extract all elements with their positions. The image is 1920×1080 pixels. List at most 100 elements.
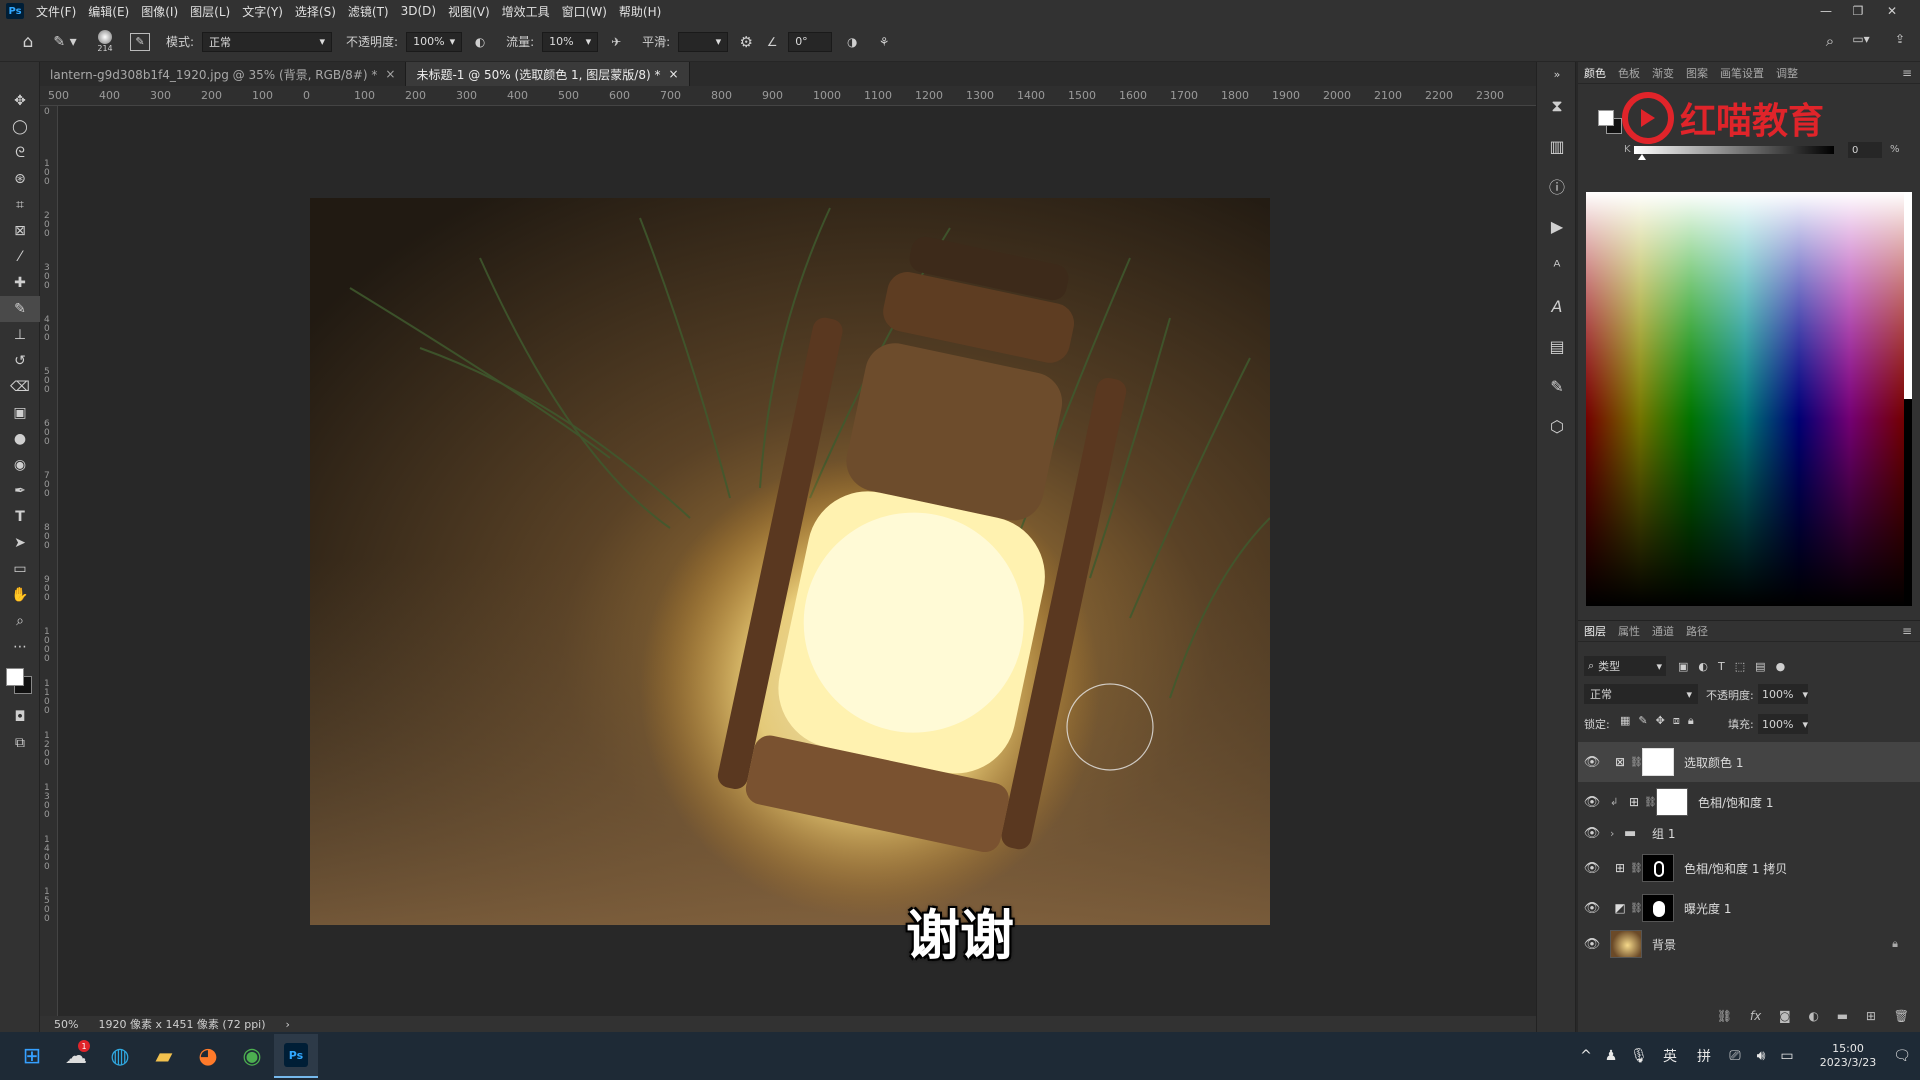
file-explorer-icon[interactable]: ▰ (142, 1034, 186, 1078)
close-icon[interactable]: ✕ (1878, 0, 1906, 22)
glyphs-icon[interactable]: A (1537, 286, 1577, 326)
type-filter-icon[interactable]: T (1718, 660, 1725, 673)
blend-mode-select[interactable]: 正常 ▾ (1584, 684, 1698, 704)
menu-help[interactable]: 帮助(H) (613, 3, 667, 20)
actions-play-icon[interactable]: ▶ (1537, 206, 1577, 246)
layer-row[interactable]: 👁︎ ⊠ ⛓︎ 选取颜色 1 (1578, 742, 1920, 782)
screen-mode-icon[interactable]: ⧉ (0, 730, 40, 756)
mode-select[interactable]: 正常 ▾ (202, 31, 333, 52)
move-tool-icon[interactable]: ✥ (0, 88, 40, 114)
filter-toggle-icon[interactable]: ● (1776, 660, 1786, 673)
menu-file[interactable]: 文件(F) (30, 3, 82, 20)
k-value-field[interactable]: 0 (1848, 142, 1882, 158)
home-icon[interactable]: ⌂ (14, 32, 42, 52)
weather-widget-icon[interactable]: ☁ 1 (54, 1034, 98, 1078)
hand-tool-icon[interactable]: ✋ (0, 582, 40, 608)
type-tool-icon[interactable]: T (0, 504, 40, 530)
eye-icon[interactable]: 👁︎ (1578, 937, 1606, 952)
history-icon[interactable]: ⧗ (1537, 86, 1577, 126)
eraser-tool-icon[interactable]: ⌫ (0, 374, 40, 400)
pressure-size-icon[interactable]: ◑ (840, 35, 864, 49)
new-group-icon[interactable]: ▬ (1837, 1009, 1848, 1023)
link-icon[interactable]: ⛓︎ (1644, 797, 1657, 808)
more-tools-icon[interactable]: ⋯ (0, 634, 40, 660)
clone-stamp-icon[interactable]: ⊥ (0, 322, 40, 348)
network-icon[interactable]: ⎚ (1724, 1032, 1746, 1080)
crop-tool-icon[interactable]: ⌗ (0, 192, 40, 218)
menu-layer[interactable]: 图层(L) (184, 3, 236, 20)
lasso-tool-icon[interactable]: ᘓ (0, 140, 40, 166)
tab-paths[interactable]: 路径 (1680, 623, 1714, 639)
ime-language[interactable]: 英 (1658, 1032, 1682, 1080)
quick-mask-icon[interactable]: ◘ (0, 704, 40, 730)
workspace-icon[interactable]: ▭▾ (1848, 32, 1874, 46)
histogram-icon[interactable]: ▥ (1537, 126, 1577, 166)
layer-opacity-field[interactable]: 100% ▾ (1758, 684, 1808, 704)
close-icon[interactable]: × (668, 67, 678, 81)
panel-menu-icon[interactable]: ≡ (1902, 624, 1920, 638)
blur-tool-icon[interactable]: ● (0, 426, 40, 452)
frame-tool-icon[interactable]: ⊠ (0, 218, 40, 244)
layer-thumbnail[interactable] (1610, 930, 1642, 958)
eye-icon[interactable]: 👁︎ (1578, 861, 1606, 876)
marquee-tool-icon[interactable]: ◯ (0, 114, 40, 140)
lock-artboard-icon[interactable]: ⧈ (1673, 714, 1680, 732)
eyedropper-tool-icon[interactable]: ⁄ (0, 244, 40, 270)
tab-gradients[interactable]: 渐变 (1646, 65, 1680, 81)
windows-start-icon[interactable]: ⊞ (10, 1034, 54, 1078)
share-icon[interactable]: ⇪ (1890, 32, 1910, 46)
shape-filter-icon[interactable]: ⬚ (1735, 660, 1745, 673)
pen-tool-icon[interactable]: ✒ (0, 478, 40, 504)
tab-brush-settings[interactable]: 画笔设置 (1714, 65, 1770, 81)
rectangle-tool-icon[interactable]: ▭ (0, 556, 40, 582)
trash-icon[interactable]: 🗑︎ (1894, 1009, 1909, 1023)
lock-pixels-icon[interactable]: ✎ (1638, 714, 1647, 732)
zoom-level[interactable]: 50% (54, 1018, 78, 1031)
notification-center-icon[interactable]: 🗨︎ (1890, 1032, 1914, 1080)
photoshop-taskbar-icon[interactable]: Ps (274, 1034, 318, 1078)
smart-object-filter-icon[interactable]: ▤ (1755, 660, 1765, 673)
layer-row[interactable]: 👁︎ 背景 🔒︎ (1578, 924, 1920, 964)
tab-patterns[interactable]: 图案 (1680, 65, 1714, 81)
menu-select[interactable]: 选择(S) (289, 3, 342, 20)
eye-icon[interactable]: 👁︎ (1578, 901, 1606, 916)
tab-channels[interactable]: 通道 (1646, 623, 1680, 639)
flow-field[interactable]: 10% ▾ (542, 31, 599, 52)
eye-icon[interactable]: 👁︎ (1578, 826, 1606, 841)
adjustment-layer-icon[interactable]: ◐ (1809, 1009, 1819, 1023)
new-layer-icon[interactable]: ⊞ (1866, 1009, 1876, 1023)
smoothing-field[interactable]: ▾ (678, 31, 729, 52)
restore-icon[interactable]: ❐ (1844, 0, 1872, 22)
document-image[interactable] (310, 198, 1270, 925)
volume-icon[interactable]: 🔊︎ (1750, 1032, 1772, 1080)
healing-brush-icon[interactable]: ✚ (0, 270, 40, 296)
path-select-icon[interactable]: ➤ (0, 530, 40, 556)
tab-properties[interactable]: 属性 (1612, 623, 1646, 639)
horizontal-ruler[interactable]: 500 400 300 200 100 0 100 200 300 400 500 600 700 800… (40, 86, 1536, 106)
lock-all-icon[interactable]: 🔒︎ (1688, 714, 1694, 732)
menu-window[interactable]: 窗口(W) (556, 3, 613, 20)
edge-browser-icon[interactable]: ◍ (98, 1034, 142, 1078)
layer-mask-thumbnail[interactable] (1656, 788, 1688, 816)
doc-tab-untitled[interactable]: 未标题-1 @ 50% (选取颜色 1, 图层蒙版/8) * × (406, 62, 690, 86)
link-layers-icon[interactable]: ⛓︎ (1717, 1009, 1732, 1023)
fx-icon[interactable]: fx (1750, 1009, 1761, 1023)
layer-filter-select[interactable]: ⌕ 类型 ▾ (1584, 656, 1666, 676)
airbrush-icon[interactable]: ✈ (606, 35, 626, 49)
dodge-tool-icon[interactable]: ◉ (0, 452, 40, 478)
eye-icon[interactable]: 👁︎ (1578, 795, 1606, 810)
ime-mode[interactable]: 拼 (1692, 1032, 1716, 1080)
lock-transparency-icon[interactable]: ▦ (1620, 714, 1630, 732)
layer-group-row[interactable]: 👁︎ › ▬ 组 1 (1578, 818, 1920, 848)
layer-row[interactable]: 👁︎ ⊞ ⛓︎ 色相/饱和度 1 拷贝 (1578, 848, 1920, 888)
quick-select-tool-icon[interactable]: ⊛ (0, 166, 40, 192)
brush-tool-icon[interactable]: ✎ ▾ (50, 34, 80, 50)
notes-icon[interactable]: ✎ (1537, 366, 1577, 406)
fill-field[interactable]: 100% ▾ (1758, 714, 1808, 734)
collapse-icon[interactable]: » (1537, 62, 1577, 86)
k-slider[interactable] (1634, 146, 1834, 154)
layer-row[interactable]: 👁︎ ↲ ⊞ ⛓︎ 色相/饱和度 1 (1578, 782, 1920, 822)
panel-menu-icon[interactable]: ≡ (1902, 66, 1920, 80)
link-icon[interactable]: ⛓︎ (1630, 863, 1643, 874)
gear-icon[interactable]: ⚙ (736, 33, 756, 51)
